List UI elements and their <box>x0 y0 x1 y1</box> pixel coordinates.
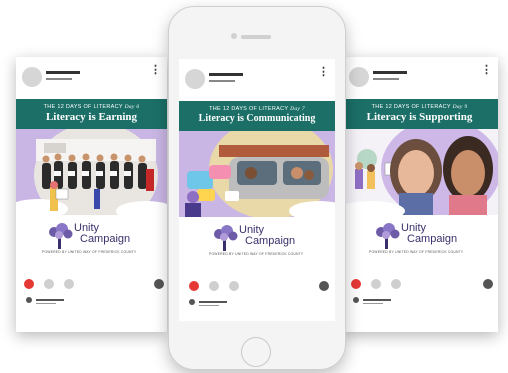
post-photo-group <box>16 129 167 215</box>
comment-placeholder <box>36 299 64 301</box>
post-header: ⋮ <box>179 59 335 99</box>
comment-placeholder <box>363 303 383 304</box>
carousel-dots <box>16 279 167 291</box>
carousel-dot-active[interactable] <box>351 279 361 289</box>
post-header: ⋮ <box>341 57 498 97</box>
username-placeholder <box>209 73 243 76</box>
logo-name: Unity Campaign <box>74 222 131 245</box>
banner-title: Literacy is Earning <box>45 111 138 123</box>
username-placeholder <box>373 71 407 74</box>
carousel-dots <box>179 281 335 293</box>
post-banner: THE 12 DAYS OF LITERACY Day 9 Literacy i… <box>341 99 498 129</box>
post-card-supporting[interactable]: ⋮ THE 12 DAYS OF LITERACY Day 9 Literacy… <box>341 57 498 332</box>
avatar[interactable] <box>185 69 205 89</box>
share-dot[interactable] <box>319 281 329 291</box>
logo-tagline: POWERED BY UNITED WAY OF FREDERICK COUNT… <box>209 252 304 256</box>
carousel-dot[interactable] <box>391 279 401 289</box>
carousel-dot[interactable] <box>64 279 74 289</box>
more-options-icon[interactable]: ⋮ <box>318 67 329 78</box>
more-options-icon[interactable]: ⋮ <box>150 65 161 76</box>
comment-placeholder <box>199 305 219 306</box>
tree-icon <box>214 225 238 251</box>
carousel-dot-active[interactable] <box>24 279 34 289</box>
carousel-dot[interactable] <box>229 281 239 291</box>
location-placeholder <box>46 78 72 80</box>
banner-kicker: THE 12 DAYS OF LITERACY Day 9 <box>371 104 468 110</box>
comment-placeholder <box>36 303 56 304</box>
post-photo-group <box>179 131 335 217</box>
banner-kicker: THE 12 DAYS OF LITERACY Day 6 <box>43 104 140 110</box>
comment-placeholder <box>199 301 227 303</box>
share-dot[interactable] <box>483 279 493 289</box>
comment-placeholder <box>363 299 391 301</box>
carousel-dot[interactable] <box>209 281 219 291</box>
post-header: ⋮ <box>16 57 167 97</box>
unity-campaign-logo: Unity Campaign POWERED BY UNITED WAY OF … <box>16 217 167 261</box>
more-options-icon[interactable]: ⋮ <box>481 65 492 76</box>
tree-icon <box>49 223 73 249</box>
post-card-communicating[interactable]: ⋮ THE 12 DAYS OF LITERACY Day 7 Literacy… <box>179 59 335 321</box>
carousel-dots <box>341 279 498 291</box>
avatar[interactable] <box>22 67 42 87</box>
home-button[interactable] <box>241 337 271 367</box>
camera-icon <box>231 33 237 39</box>
username-placeholder <box>46 71 80 74</box>
carousel-dot[interactable] <box>371 279 381 289</box>
post-card-earning[interactable]: ⋮ THE 12 DAYS OF LITERACY Day 6 Literacy… <box>16 57 167 332</box>
post-photo-group <box>341 129 498 215</box>
logo-name: Unity Campaign <box>401 222 458 245</box>
post-banner: THE 12 DAYS OF LITERACY Day 6 Literacy i… <box>16 99 167 129</box>
location-placeholder <box>373 78 399 80</box>
banner-kicker: THE 12 DAYS OF LITERACY Day 7 <box>209 106 305 112</box>
post-banner: THE 12 DAYS OF LITERACY Day 7 Literacy i… <box>179 101 335 131</box>
avatar[interactable] <box>349 67 369 87</box>
location-placeholder <box>209 80 235 82</box>
carousel-dot-active[interactable] <box>189 281 199 291</box>
logo-tagline: POWERED BY UNITED WAY OF FREDERICK COUNT… <box>42 250 137 254</box>
speaker-grille <box>241 35 271 39</box>
commenter-avatar <box>353 297 359 303</box>
logo-tagline: POWERED BY UNITED WAY OF FREDERICK COUNT… <box>369 250 464 254</box>
banner-title: Literacy is Communicating <box>198 113 316 124</box>
tree-icon <box>376 223 400 249</box>
banner-title: Literacy is Supporting <box>366 111 473 123</box>
logo-name: Unity Campaign <box>239 224 296 247</box>
commenter-avatar <box>189 299 195 305</box>
carousel-dot[interactable] <box>44 279 54 289</box>
unity-campaign-logo: Unity Campaign POWERED BY UNITED WAY OF … <box>179 219 335 263</box>
unity-campaign-logo: Unity Campaign POWERED BY UNITED WAY OF … <box>341 217 498 261</box>
phone-device: ⋮ THE 12 DAYS OF LITERACY Day 7 Literacy… <box>168 6 346 370</box>
commenter-avatar <box>26 297 32 303</box>
share-dot[interactable] <box>154 279 164 289</box>
